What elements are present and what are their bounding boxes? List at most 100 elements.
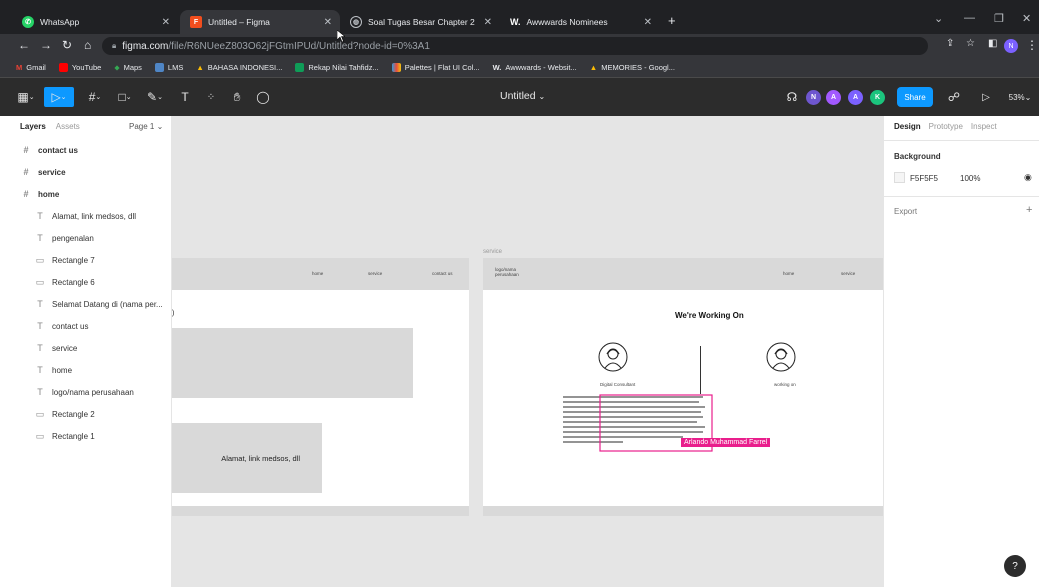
bookmark-rekap[interactable]: Rekap Nilai Tahfidz... <box>295 63 379 72</box>
tab-inspect[interactable]: Inspect <box>971 122 997 131</box>
service-frame[interactable]: logo/nama perusahaan home service We're … <box>483 258 883 516</box>
share-page-icon[interactable]: ⇪ <box>946 38 954 49</box>
pen-tool-icon[interactable]: ✎ ⌄ <box>142 87 168 107</box>
logo-text: logo/nama perusahaan <box>495 267 519 277</box>
layers-panel: Layers Assets Page 1 ⌄ # contact us # serv… <box>0 116 172 587</box>
bg-color-swatch[interactable] <box>894 172 905 183</box>
frame-icon: # <box>23 145 29 155</box>
close-tab-icon[interactable]: ✕ <box>324 17 332 28</box>
nav-home: home <box>312 271 324 276</box>
file-title[interactable]: Untitled ⌄ <box>500 90 545 102</box>
layer-item[interactable]: ▭ Rectangle 6 <box>0 272 171 292</box>
bookmark-lms[interactable]: LMS <box>154 63 184 72</box>
back-icon[interactable]: ← <box>18 38 30 52</box>
hand-tool-icon[interactable]: ✋︎ <box>228 87 246 107</box>
home-icon[interactable]: ⌂ <box>84 38 91 52</box>
home-frame[interactable]: home service contact us ) Alamat, link m… <box>172 258 469 516</box>
url-field[interactable]: 🔒︎ figma.com/file/R6NUeeZ803O62jFGtmIPUd… <box>102 37 928 55</box>
avatar-letter: K <box>874 94 881 101</box>
layer-item[interactable]: Thome <box>0 360 171 380</box>
layer-frame-home[interactable]: # home <box>0 184 171 204</box>
layer-item[interactable]: Tservice <box>0 338 171 358</box>
tab-whatsapp[interactable]: ✆ WhatsApp ✕ <box>12 10 178 34</box>
layer-item[interactable]: ▭ Rectangle 7 <box>0 250 171 270</box>
url-path: /file/R6NUeeZ803O62jFGtmIPUd/Untitled?no… <box>168 40 430 52</box>
layer-name: Rectangle 1 <box>52 431 95 441</box>
tab-prototype[interactable]: Prototype <box>929 122 963 131</box>
layer-item[interactable]: T Selamat Datang di (nama per... <box>0 294 171 314</box>
avatar[interactable]: N <box>806 90 821 105</box>
reload-icon[interactable]: ↻ <box>62 38 72 52</box>
maximize-icon[interactable]: ❐ <box>994 12 1004 25</box>
main-menu-icon[interactable]: ▦ ⌄ <box>14 87 38 107</box>
add-export-icon[interactable]: + <box>1026 204 1032 216</box>
close-tab-icon[interactable]: ✕ <box>162 17 170 28</box>
page-selector[interactable]: Page 1 ⌄ <box>129 122 163 131</box>
text-tool-icon[interactable]: T <box>176 87 194 107</box>
tab-design[interactable]: Design <box>894 122 921 131</box>
avatar[interactable]: K <box>870 90 885 105</box>
comment-tool-icon[interactable]: ◯ <box>254 87 272 107</box>
bookmark-gmail[interactable]: M Gmail <box>16 63 46 72</box>
bookmark-youtube[interactable]: YouTube <box>58 63 101 72</box>
menu-icon[interactable]: ⋮ <box>1026 38 1038 52</box>
avatar-letter: A <box>830 94 837 101</box>
layer-item[interactable]: ▭ Rectangle 2 <box>0 404 171 424</box>
new-tab-button[interactable]: + <box>668 13 676 28</box>
layer-name: Rectangle 2 <box>52 409 95 419</box>
design-canvas[interactable]: home service contact us ) Alamat, link m… <box>172 116 883 587</box>
tab-soal-tugas[interactable]: ◍ Soal Tugas Besar Chapter 2 ✕ <box>340 10 500 34</box>
tab-search-icon[interactable]: ⌄ <box>934 12 943 25</box>
shape-tool-icon[interactable]: □ ⌄ <box>112 87 138 107</box>
headset-person-icon <box>598 342 628 372</box>
sidebar-icon[interactable]: ◧ <box>988 38 997 49</box>
close-window-icon[interactable]: ✕ <box>1022 12 1031 25</box>
link-icon[interactable]: ☍ <box>946 87 962 107</box>
whatsapp-icon: ✆ <box>22 16 34 28</box>
move-tool-icon[interactable]: ▷ ⌄ <box>44 87 74 107</box>
forward-icon[interactable]: → <box>40 38 52 52</box>
close-tab-icon[interactable]: ✕ <box>644 17 652 28</box>
layer-frame-contact-us[interactable]: # contact us <box>0 140 171 160</box>
resources-icon[interactable]: ⁘ <box>202 87 220 107</box>
layer-item[interactable]: T Alamat, link medsos, dll <box>0 206 171 226</box>
bookmark-palettes[interactable]: Palettes | Flat UI Col... <box>391 63 480 72</box>
frame-tool-icon[interactable]: # ⌄ <box>82 87 108 107</box>
bookmark-awwwards[interactable]: W. Awwwards - Websit... <box>493 63 577 72</box>
layer-frame-service[interactable]: # service <box>0 162 171 182</box>
profile-avatar[interactable]: N <box>1004 39 1018 53</box>
avatar[interactable]: A <box>848 90 863 105</box>
minimize-icon[interactable]: — <box>964 12 975 24</box>
frame-label-service[interactable]: service <box>483 249 502 255</box>
bookmark-label: LMS <box>167 63 184 72</box>
help-button[interactable]: ? <box>1004 555 1026 577</box>
tab-layers[interactable]: Layers <box>20 122 46 131</box>
present-icon[interactable]: ▷ <box>978 87 994 107</box>
layer-item[interactable]: Tpengenalan <box>0 228 171 248</box>
share-button[interactable]: Share <box>897 87 933 107</box>
drive-icon: ▲ <box>196 63 204 72</box>
bookmark-bahasa[interactable]: ▲ BAHASA INDONESI... <box>196 63 282 72</box>
bookmark-maps[interactable]: ⬥ Maps <box>114 63 142 73</box>
layer-item[interactable]: Tlogo/nama perusahaan <box>0 382 171 402</box>
frame-icon: # <box>23 167 29 177</box>
bookmark-star-icon[interactable]: ☆ <box>966 38 975 49</box>
text-icon: T <box>37 233 43 243</box>
tab-figma[interactable]: F Untitled – Figma ✕ <box>180 10 340 34</box>
tab-assets[interactable]: Assets <box>56 122 80 131</box>
eye-icon[interactable]: ◉ <box>1024 172 1032 183</box>
layer-item[interactable]: Tcontact us <box>0 316 171 336</box>
avatar[interactable]: A <box>826 90 841 105</box>
bg-opacity-value[interactable]: 100% <box>960 174 980 183</box>
audio-icon[interactable]: ☊ <box>784 87 800 107</box>
tab-title: Awwwards Nominees <box>526 17 608 27</box>
bg-color-value[interactable]: F5F5F5 <box>910 174 938 183</box>
intro-rectangle <box>172 328 413 398</box>
browser-tab-strip: ✆ WhatsApp ✕ F Untitled – Figma ✕ ◍ Soal… <box>0 0 1039 34</box>
close-tab-icon[interactable]: ✕ <box>484 17 492 28</box>
layer-item[interactable]: ▭ Rectangle 1 <box>0 426 171 446</box>
bookmark-memories[interactable]: ▲ MEMORIES - Googl... <box>590 63 675 72</box>
tab-awwwards[interactable]: W. Awwwards Nominees ✕ <box>500 10 660 34</box>
zoom-level[interactable]: 53% ⌄ <box>1002 87 1038 107</box>
person-1-caption: Digital Consultant <box>600 382 636 387</box>
